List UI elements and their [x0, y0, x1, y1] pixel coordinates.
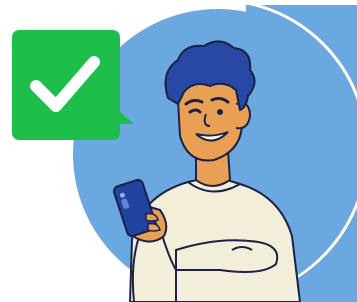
illustration-stage: [0, 0, 357, 302]
crossed-arm: [175, 239, 279, 273]
check-badge: [12, 30, 134, 140]
illustration-svg: [12, 0, 357, 302]
open-eye: [217, 109, 223, 115]
